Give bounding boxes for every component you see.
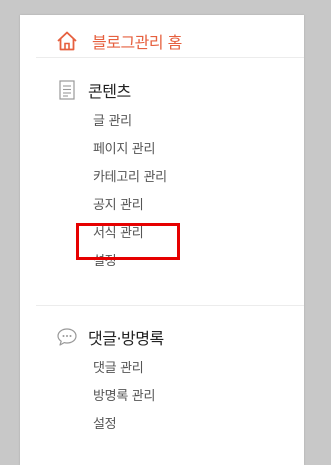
speech-bubble-icon [56,326,78,348]
menu-item-pages[interactable]: 페이지 관리 [93,136,167,164]
section-comments-header: 댓글·방명록 [56,325,164,349]
contents-menu: 글 관리 페이지 관리 카테고리 관리 공지 관리 서식 관리 설정 [93,108,167,276]
document-icon [56,79,78,101]
blog-admin-sidebar: 블로그관리 홈 콘텐츠 글 관리 페이지 관리 카테고리 관리 공지 관리 서식… [20,15,304,465]
comments-menu: 댓글 관리 방명록 관리 설정 [93,355,155,439]
divider [36,57,304,58]
blog-admin-home-link[interactable]: 블로그관리 홈 [56,29,182,53]
menu-item-categories[interactable]: 카테고리 관리 [93,164,167,192]
menu-item-comments-settings[interactable]: 설정 [93,411,155,439]
section-contents-title: 콘텐츠 [88,82,131,101]
menu-item-notices[interactable]: 공지 관리 [93,192,167,220]
section-contents-header: 콘텐츠 [56,78,131,102]
menu-item-guestbook[interactable]: 방명록 관리 [93,383,155,411]
menu-item-templates[interactable]: 서식 관리 [93,220,167,248]
menu-item-contents-settings[interactable]: 설정 [93,248,167,276]
section-comments-title: 댓글·방명록 [88,329,164,348]
menu-item-posts[interactable]: 글 관리 [93,108,167,136]
divider [36,305,304,306]
home-label: 블로그관리 홈 [92,33,182,52]
menu-item-comments[interactable]: 댓글 관리 [93,355,155,383]
home-icon [56,30,78,52]
